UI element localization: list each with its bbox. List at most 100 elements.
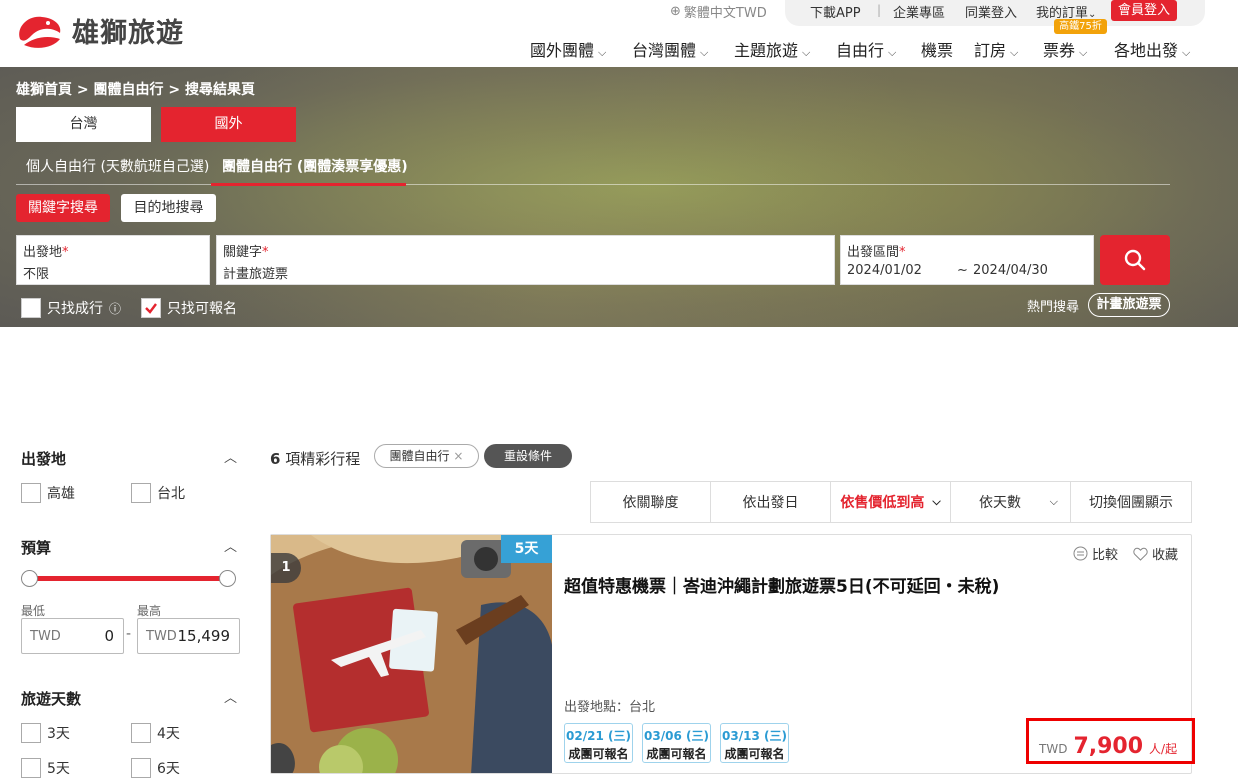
departure-date-chip[interactable]: 03/13 (三) 成團可報名 — [720, 723, 789, 763]
tour-price: TWD 7,900 人/起 — [1039, 734, 1177, 759]
departure-date-chip[interactable]: 03/06 (三) 成團可報名 — [642, 723, 711, 763]
language-label: 繁體中文TWD — [683, 6, 767, 21]
filter-days-3[interactable]: 3天 — [21, 723, 70, 743]
departure-location: 出發地點：台北 — [564, 700, 656, 715]
tab-personal-free-travel[interactable]: 個人自由行 (天數航班自己選) — [26, 156, 209, 176]
nav-tickets[interactable]: 票券 ⌵ — [1043, 37, 1087, 61]
chevron-up-icon[interactable]: ︿ — [224, 536, 237, 555]
tour-photo[interactable]: 1 5天 — [271, 535, 552, 773]
price-amount: 7,900 — [1073, 734, 1144, 759]
departure-date: 02/21 (三) — [566, 729, 631, 743]
search-button[interactable] — [1100, 235, 1170, 285]
budget-max-value: 15,499 — [177, 627, 231, 645]
chevron-down-icon: ⌵ — [598, 46, 607, 59]
tab-group-free-travel[interactable]: 團體自由行 (團體湊票享優惠) — [222, 156, 408, 176]
chevron-up-icon[interactable]: ︿ — [224, 447, 237, 466]
currency-label: TWD — [30, 629, 61, 644]
filter-days-6[interactable]: 6天 — [131, 758, 180, 778]
budget-slider-max-handle[interactable] — [219, 570, 236, 587]
tab-divider — [16, 184, 1170, 185]
budget-slider-track[interactable] — [30, 576, 228, 581]
departure-status: 成團可報名 — [646, 747, 707, 761]
nav-flights[interactable]: 機票 — [921, 37, 953, 61]
only-available-label: 只找可報名 — [167, 301, 237, 317]
keyword-search-button[interactable]: 關鍵字搜尋 — [16, 194, 110, 222]
filter-days-title: 旅遊天數 — [21, 690, 82, 708]
breadcrumb[interactable]: 雄獅首頁 > 團體自由行 > 搜尋結果頁 — [16, 79, 255, 99]
nav-free-travel[interactable]: 自由行 ⌵ — [836, 37, 896, 61]
rank-badge: 1 — [271, 553, 301, 583]
compare-button[interactable]: 比較 — [1073, 544, 1118, 563]
filter-origin-kaohsiung[interactable]: 高雄 — [21, 483, 75, 503]
active-filter-chip[interactable]: 團體自由行 × — [374, 444, 479, 468]
chevron-down-icon: ⌵ — [700, 46, 709, 59]
tour-title[interactable]: 超值特惠機票｜峇迪沖繩計劃旅遊票5日(不可延回・未稅) — [564, 572, 999, 597]
divider: | — [877, 3, 882, 17]
language-selector[interactable]: ⊕ 繁體中文TWD — [670, 2, 767, 21]
budget-max-input[interactable]: TWD 15,499 — [137, 618, 240, 654]
heart-icon — [1133, 547, 1148, 561]
nav-intl-group[interactable]: 國外團體 ⌵ — [530, 37, 606, 61]
nav-local-departure[interactable]: 各地出發 ⌵ — [1114, 37, 1190, 61]
download-app-link[interactable]: 下載APP — [810, 2, 861, 21]
nav-taiwan-group[interactable]: 台灣團體 ⌵ — [632, 37, 708, 61]
min-label: 最低 — [21, 604, 46, 618]
logo[interactable]: 雄獅旅遊 — [14, 8, 214, 52]
only-confirmed-label: 只找成行 — [47, 301, 103, 317]
chevron-up-icon[interactable]: ︿ — [224, 687, 237, 706]
chevron-down-icon: ⌵ — [932, 495, 941, 508]
enterprise-link[interactable]: 企業專區 — [893, 2, 945, 21]
info-icon[interactable]: ⓘ — [109, 300, 121, 317]
nav-hotels[interactable]: 訂房 ⌵ — [974, 37, 1018, 61]
result-count: 6 項精彩行程 — [270, 450, 361, 468]
agent-login-link[interactable]: 同業登入 — [965, 2, 1017, 21]
sort-departure[interactable]: 依出發日 — [711, 482, 831, 522]
active-tab-indicator — [211, 183, 406, 186]
sort-days[interactable]: 依天數 ⌵ — [951, 482, 1071, 522]
only-confirmed-checkbox[interactable]: 只找成行 ⓘ — [21, 298, 121, 318]
hot-search-tag[interactable]: 計畫旅遊票 — [1088, 293, 1170, 317]
keyword-input[interactable]: 計畫旅遊票 — [223, 263, 288, 282]
origin-value: 不限 — [23, 267, 50, 282]
keyword-field[interactable]: 關鍵字* 計畫旅遊票 — [216, 235, 835, 285]
date-end[interactable]: 2024/04/30 — [973, 263, 1048, 278]
departure-status: 成團可報名 — [724, 747, 785, 761]
checkbox-box — [131, 483, 151, 503]
region-intl-button[interactable]: 國外 — [161, 107, 296, 142]
favorite-button[interactable]: 收藏 — [1133, 544, 1178, 563]
nav-theme-tour[interactable]: 主題旅遊 ⌵ — [734, 37, 810, 61]
member-login-button[interactable]: 會員登入 — [1111, 0, 1177, 21]
close-icon[interactable]: × — [453, 449, 463, 463]
sort-bar: 依關聯度 依出發日 依售價低到高 ⌵ 依天數 ⌵ 切換個團顯示 — [590, 481, 1192, 523]
site-header: 雄獅旅遊 ⊕ 繁體中文TWD 下載APP | 企業專區 同業登入 我的訂單⌄ 會… — [0, 0, 1238, 67]
filter-origin-taipei[interactable]: 台北 — [131, 483, 185, 503]
sort-relevance[interactable]: 依關聯度 — [591, 482, 711, 522]
departure-date-chip[interactable]: 02/21 (三) 成團可報名 — [564, 723, 633, 763]
checkbox-label: 6天 — [157, 761, 180, 777]
destination-search-button[interactable]: 目的地搜尋 — [121, 194, 216, 222]
date-range-field[interactable]: 出發區間* 2024/01/02 ~ 2024/04/30 — [840, 235, 1094, 285]
budget-min-input[interactable]: TWD 0 — [21, 618, 124, 654]
lion-logo-icon — [19, 16, 61, 48]
only-available-checkbox[interactable]: 只找可報名 — [141, 298, 237, 318]
range-dash: - — [126, 626, 132, 642]
region-taiwan-button[interactable]: 台灣 — [16, 107, 151, 142]
days-badge: 5天 — [501, 535, 552, 563]
checkbox-label: 台北 — [157, 486, 185, 502]
keyword-label: 關鍵字* — [223, 245, 269, 260]
sort-price-asc[interactable]: 依售價低到高 ⌵ — [831, 482, 951, 522]
origin-field[interactable]: 出發地* 不限 — [16, 235, 210, 285]
max-label: 最高 — [137, 604, 162, 618]
checkbox-box — [21, 483, 41, 503]
reset-filters-button[interactable]: 重設條件 — [484, 444, 572, 468]
filter-days-5[interactable]: 5天 — [21, 758, 70, 778]
checkbox-label: 高雄 — [47, 486, 75, 502]
chevron-down-icon: ⌵ — [1049, 495, 1058, 508]
filter-days-4[interactable]: 4天 — [131, 723, 180, 743]
chevron-down-icon: ⌵ — [1010, 46, 1019, 59]
toggle-group-display[interactable]: 切換個團顯示 — [1071, 482, 1191, 522]
budget-slider-min-handle[interactable] — [21, 570, 38, 587]
date-start[interactable]: 2024/01/02 — [847, 263, 922, 278]
origin-label: 出發地* — [23, 245, 69, 260]
checkbox-box — [21, 298, 41, 318]
